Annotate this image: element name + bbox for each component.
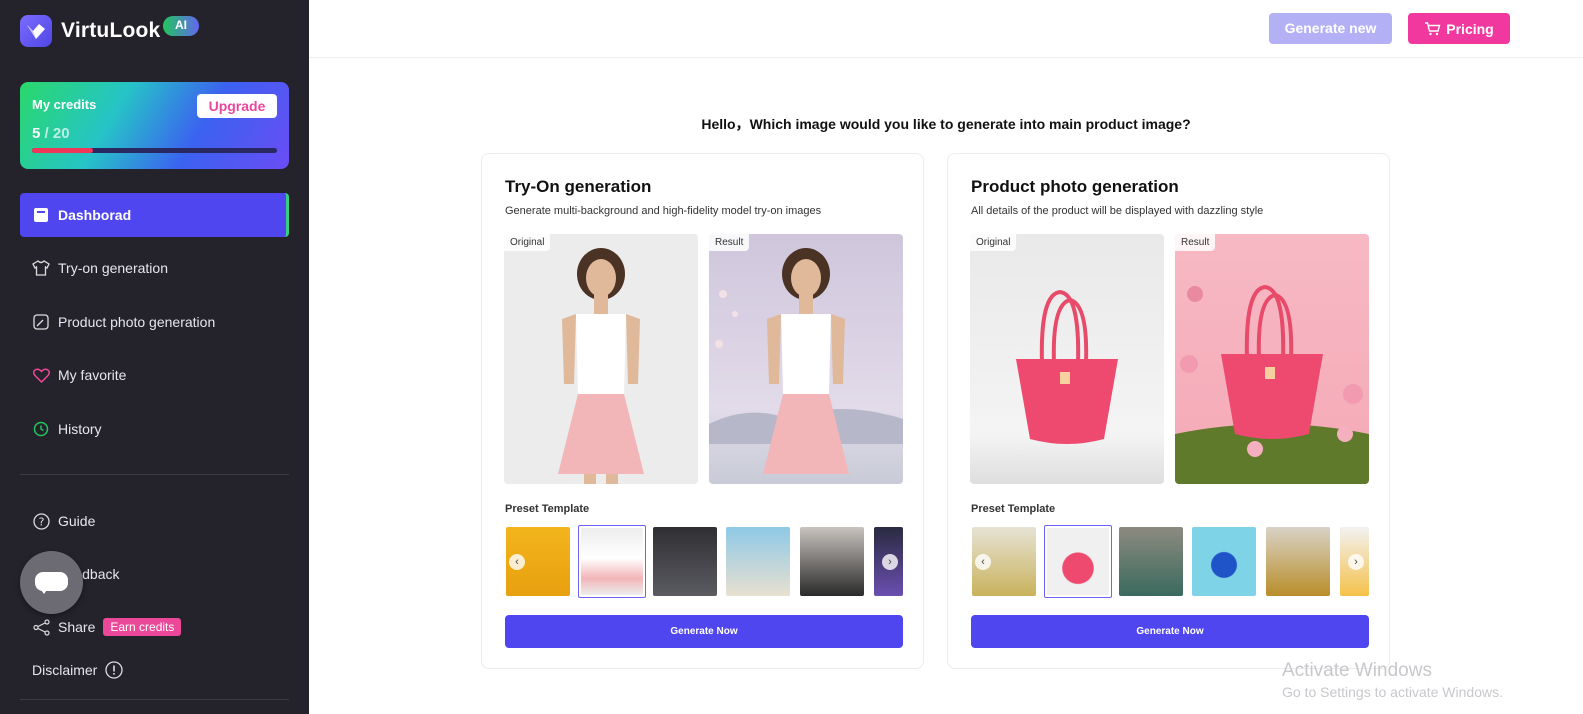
template-thumbnail-selected[interactable]: [578, 525, 646, 598]
nav-label-product-photo: Product photo generation: [58, 314, 216, 330]
image-edit-icon: [32, 313, 50, 331]
original-tag: Original: [504, 234, 551, 251]
template-thumbnail[interactable]: [653, 527, 717, 596]
result-photo: Result: [1175, 234, 1369, 484]
help-circle-icon: ?: [32, 512, 50, 530]
nav-label-try-on: Try-on generation: [58, 260, 168, 276]
logo[interactable]: VirtuLook: [20, 15, 160, 47]
template-thumbnail[interactable]: [726, 527, 790, 596]
nav-label-guide: Guide: [58, 513, 96, 529]
result-tag: Result: [709, 234, 750, 251]
info-icon: [105, 661, 123, 679]
carousel-next-icon[interactable]: ›: [1348, 554, 1364, 570]
nav-label-share: Share: [58, 619, 96, 635]
page-headline: Hello，Which image would you like to gene…: [701, 116, 1191, 132]
heart-icon: [32, 366, 50, 384]
carousel-next-icon[interactable]: ›: [882, 554, 898, 570]
app-name: VirtuLook: [61, 19, 161, 42]
template-thumbnail-selected[interactable]: [1044, 525, 1112, 598]
original-photo: Original: [970, 234, 1164, 484]
card-description: Generate multi-background and high-fidel…: [505, 205, 822, 217]
preset-template-carousel: ‹ ›: [505, 525, 903, 598]
top-bar: Generate new Pricing: [309, 0, 1583, 58]
product-photo-card: Product photo generation All details of …: [947, 153, 1390, 669]
credits-count: 5 / 20: [32, 125, 70, 142]
credits-separator: /: [40, 125, 53, 142]
sidebar-divider-bottom: [20, 699, 289, 700]
windows-watermark-title: Activate Windows: [1282, 660, 1432, 681]
nav-label-history: History: [58, 421, 102, 437]
nav-item-history[interactable]: History: [20, 407, 289, 451]
template-thumbnail[interactable]: [1192, 527, 1256, 596]
sidebar-divider: [20, 474, 289, 475]
preset-template-label: Preset Template: [971, 503, 1056, 515]
card-description: All details of the product will be displ…: [971, 205, 1264, 217]
try-on-card: Try-On generation Generate multi-backgro…: [481, 153, 924, 669]
bag-result-image: [1175, 234, 1369, 484]
nav-item-try-on[interactable]: Try-on generation: [20, 246, 289, 290]
carousel-prev-icon[interactable]: ‹: [975, 554, 991, 570]
template-thumbnail[interactable]: [800, 527, 864, 596]
shirt-icon: [32, 259, 50, 277]
cart-icon: [1425, 21, 1441, 35]
result-photo: Result: [709, 234, 903, 484]
credits-total: 20: [52, 125, 70, 142]
upgrade-button[interactable]: Upgrade: [197, 94, 277, 118]
nav-item-product-photo[interactable]: Product photo generation: [20, 300, 289, 344]
credits-progress-bar: [32, 148, 277, 153]
original-tag: Original: [970, 234, 1017, 251]
logo-icon: [20, 15, 52, 47]
generate-now-button[interactable]: Generate Now: [971, 615, 1369, 648]
credits-progress-fill: [32, 148, 94, 153]
result-tag: Result: [1175, 234, 1216, 251]
preset-template-label: Preset Template: [505, 503, 590, 515]
windows-watermark-subtitle: Go to Settings to activate Windows.: [1282, 684, 1503, 700]
original-photo: Original: [504, 234, 698, 484]
ai-badge: AI: [163, 16, 199, 36]
dashboard-icon: [32, 206, 50, 224]
template-thumbnail[interactable]: [1119, 527, 1183, 596]
generate-now-button[interactable]: Generate Now: [505, 615, 903, 648]
card-title: Product photo generation: [971, 177, 1179, 196]
pricing-button[interactable]: Pricing: [1408, 13, 1510, 44]
model-result-image: [709, 234, 903, 484]
nav-item-favorite[interactable]: My favorite: [20, 353, 289, 397]
chat-support-button[interactable]: [20, 551, 83, 614]
clock-icon: [32, 420, 50, 438]
nav-label-favorite: My favorite: [58, 367, 127, 383]
nav-label-disclaimer: Disclaimer: [32, 662, 98, 678]
earn-credits-badge[interactable]: Earn credits: [103, 618, 182, 636]
carousel-prev-icon[interactable]: ‹: [509, 554, 525, 570]
nav-item-dashboard[interactable]: Dashborad: [20, 193, 289, 237]
bag-image: [970, 234, 1164, 484]
sidebar: VirtuLook AI My credits 5 / 20 Upgrade D…: [0, 0, 309, 714]
nav-label-dashboard: Dashborad: [58, 207, 132, 223]
credits-card: My credits 5 / 20 Upgrade: [20, 82, 289, 169]
model-image: [504, 234, 698, 484]
svg-text:?: ?: [38, 515, 44, 528]
nav-item-guide[interactable]: ? Guide: [20, 499, 289, 543]
preset-template-carousel: ‹ ›: [971, 525, 1369, 598]
credits-title: My credits: [32, 97, 97, 112]
share-icon: [32, 618, 50, 636]
nav-item-disclaimer[interactable]: Disclaimer: [20, 648, 289, 692]
template-thumbnail[interactable]: [1266, 527, 1330, 596]
pricing-label: Pricing: [1446, 20, 1494, 37]
card-title: Try-On generation: [505, 177, 652, 196]
generate-new-button[interactable]: Generate new: [1269, 13, 1392, 44]
